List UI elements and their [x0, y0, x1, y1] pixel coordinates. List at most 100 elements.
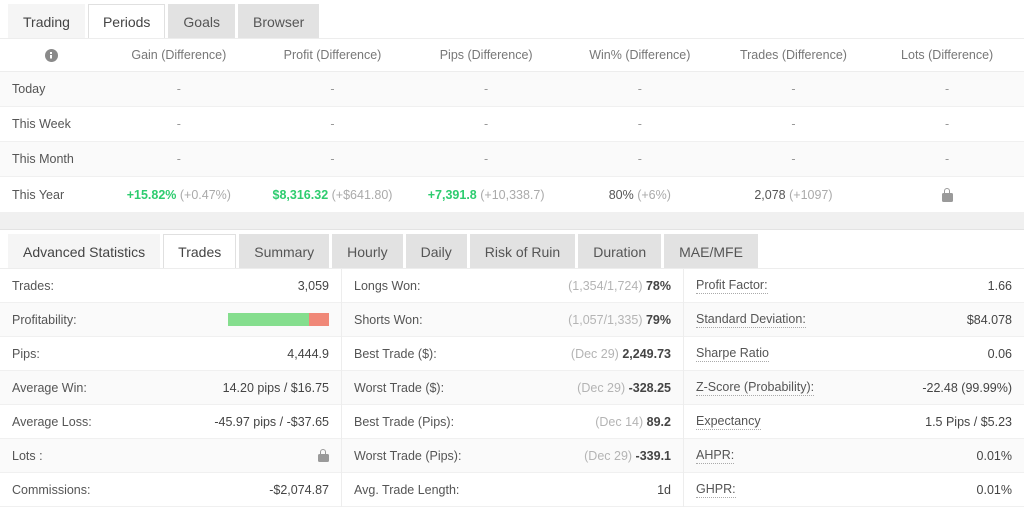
- stat-value-main: 1.5 Pips / $5.23: [925, 414, 1012, 429]
- tab-trades[interactable]: Trades: [163, 234, 237, 268]
- column-header-lots-difference: Lots (Difference): [870, 39, 1024, 73]
- table-row: This Month - - - - - -: [0, 141, 1024, 178]
- stat-row-longs-won: Longs Won: (1,354/1,724) 78%: [342, 269, 683, 303]
- stat-row-standard-deviation: Standard Deviation: $84.078: [684, 303, 1024, 337]
- lock-icon[interactable]: [318, 448, 329, 463]
- value-difference: (+$641.80): [331, 187, 393, 202]
- tab-goals[interactable]: Goals: [168, 4, 235, 38]
- tab-daily[interactable]: Daily: [405, 234, 467, 268]
- value-empty: -: [484, 152, 489, 167]
- lock-icon[interactable]: [941, 187, 953, 202]
- tab-trading[interactable]: Trading: [8, 4, 85, 38]
- stats-page: Trading Periods Goals Browser Gain (Differe…: [0, 0, 1024, 518]
- periods-table-head: Gain (Difference) Profit (Difference) Pips…: [0, 39, 1024, 73]
- table-row: This Week - - - - - -: [0, 106, 1024, 143]
- stat-label-standard-deviation[interactable]: Standard Deviation:: [696, 312, 806, 328]
- periods-header-row: Gain (Difference) Profit (Difference) Pips…: [0, 39, 1024, 73]
- period-label-this-year: This Year: [0, 176, 102, 213]
- stat-value-main: $84.078: [966, 312, 1012, 327]
- stat-value-avg-trade-length: 1d: [657, 483, 671, 497]
- cell-gain-today: -: [102, 71, 256, 108]
- stat-label-average-loss: Average Loss:: [12, 414, 92, 429]
- period-label-this-week: This Week: [0, 106, 102, 143]
- periods-table: Gain (Difference) Profit (Difference) Pips…: [0, 39, 1024, 213]
- info-icon[interactable]: [44, 49, 58, 63]
- value-empty: -: [637, 117, 642, 132]
- value-empty: -: [791, 82, 796, 97]
- stat-row-shorts-won: Shorts Won: (1,057/1,335) 79%: [342, 303, 683, 337]
- stats-column-1: Trades: 3,059 Profitability: Pips: 4,444.9 Av…: [0, 269, 342, 507]
- stats-column-2: Longs Won: (1,354/1,724) 78% Shorts Won: (1…: [342, 269, 684, 507]
- stat-row-ghpr: GHPR: 0.01%: [684, 473, 1024, 507]
- column-header-profit-difference: Profit (Difference): [255, 39, 410, 73]
- column-header-pips-difference: Pips (Difference): [409, 39, 563, 73]
- tab-browser[interactable]: Browser: [238, 4, 320, 38]
- stat-label-ahpr[interactable]: AHPR:: [696, 448, 735, 464]
- stat-label-expectancy[interactable]: Expectancy: [696, 414, 761, 430]
- tab-mae-mfe[interactable]: MAE/MFE: [664, 234, 758, 268]
- cell-lots-today: -: [870, 71, 1024, 108]
- cell-profit-this-week: -: [255, 106, 410, 143]
- stat-label-ghpr[interactable]: GHPR:: [696, 482, 736, 498]
- value-empty: -: [176, 117, 181, 132]
- stat-value-main: -45.97 pips / -$37.65: [214, 414, 329, 429]
- value-empty: -: [637, 152, 642, 167]
- stat-row-best-trade-pips: Best Trade (Pips): (Dec 14) 89.2: [342, 405, 683, 439]
- stat-label-pips: Pips:: [12, 346, 40, 361]
- table-row: Today - - - - - -: [0, 71, 1024, 108]
- stat-value-best-trade: (Dec 29) 2,249.73: [571, 347, 671, 361]
- value-empty: -: [330, 82, 335, 97]
- value-empty: -: [330, 117, 335, 132]
- cell-profit-today: -: [255, 71, 410, 108]
- cell-gain-this-month: -: [102, 141, 256, 178]
- cell-profit-this-year: $8,316.32 (+$641.80): [255, 176, 410, 213]
- stat-label-average-win: Average Win:: [12, 380, 87, 395]
- stat-value-average-win: 14.20 pips / $16.75: [223, 381, 329, 395]
- cell-pips-this-week: -: [409, 106, 563, 143]
- stat-row-expectancy: Expectancy 1.5 Pips / $5.23: [684, 405, 1024, 439]
- stat-value-commissions: -$2,074.87: [269, 483, 329, 497]
- stat-label-worst-trade-pips: Worst Trade (Pips):: [354, 448, 462, 463]
- stat-label-z-score-probability[interactable]: Z-Score (Probability):: [696, 380, 815, 396]
- stat-value-main: 79%: [645, 312, 671, 327]
- stat-row-trades: Trades: 3,059: [0, 269, 341, 303]
- value-empty: -: [484, 82, 489, 97]
- tab-duration[interactable]: Duration: [578, 234, 662, 268]
- stat-label-worst-trade: Worst Trade ($):: [354, 380, 445, 395]
- stat-row-best-trade: Best Trade ($): (Dec 29) 2,249.73: [342, 337, 683, 371]
- cell-lots-this-week: -: [870, 106, 1024, 143]
- profitability-bar: [228, 313, 329, 326]
- table-row: This Year +15.82% (+0.47%) $8,316.32 (+$64…: [0, 176, 1024, 213]
- stat-label-sharpe-ratio[interactable]: Sharpe Ratio: [696, 346, 769, 362]
- tab-hourly[interactable]: Hourly: [332, 234, 403, 268]
- stat-value-prefix: (Dec 29): [570, 346, 619, 361]
- stat-value-worst-trade-pips: (Dec 29) -339.1: [584, 449, 671, 463]
- value-empty: -: [484, 117, 489, 132]
- stat-value-main: 4,444.9: [287, 346, 329, 361]
- stat-label-best-trade-pips: Best Trade (Pips):: [354, 414, 455, 429]
- tab-advanced-statistics[interactable]: Advanced Statistics: [8, 234, 161, 268]
- stat-value-main: 1d: [657, 482, 671, 497]
- stat-value-prefix: (Dec 29): [584, 448, 633, 463]
- value-empty: -: [176, 82, 181, 97]
- cell-win-this-year: 80% (+6%): [562, 176, 717, 213]
- stat-row-ahpr: AHPR: 0.01%: [684, 439, 1024, 473]
- tab-periods[interactable]: Periods: [87, 4, 166, 38]
- info-icon: [0, 39, 102, 73]
- value: 80%: [608, 187, 634, 202]
- value-difference: (+10,338.7): [480, 187, 545, 202]
- stats-column-3: Profit Factor: 1.66 Standard Deviation: $84…: [684, 269, 1024, 507]
- cell-trades-this-year: 2,078 (+1097): [716, 176, 871, 213]
- period-label-today: Today: [0, 71, 102, 108]
- value-positive: +7,391.8: [427, 187, 477, 202]
- stat-value-longs-won: (1,354/1,724) 78%: [568, 279, 671, 293]
- tab-risk-of-ruin[interactable]: Risk of Ruin: [469, 234, 576, 268]
- value-empty: -: [945, 152, 950, 167]
- value-empty: -: [637, 82, 642, 97]
- stat-label-profit-factor[interactable]: Profit Factor:: [696, 278, 768, 294]
- periods-tabbar: Trading Periods Goals Browser: [0, 0, 1024, 39]
- tab-summary[interactable]: Summary: [239, 234, 330, 268]
- profitability-bar-win: [228, 313, 309, 326]
- cell-gain-this-year: +15.82% (+0.47%): [102, 176, 256, 213]
- stat-value-main: -$2,074.87: [269, 482, 329, 497]
